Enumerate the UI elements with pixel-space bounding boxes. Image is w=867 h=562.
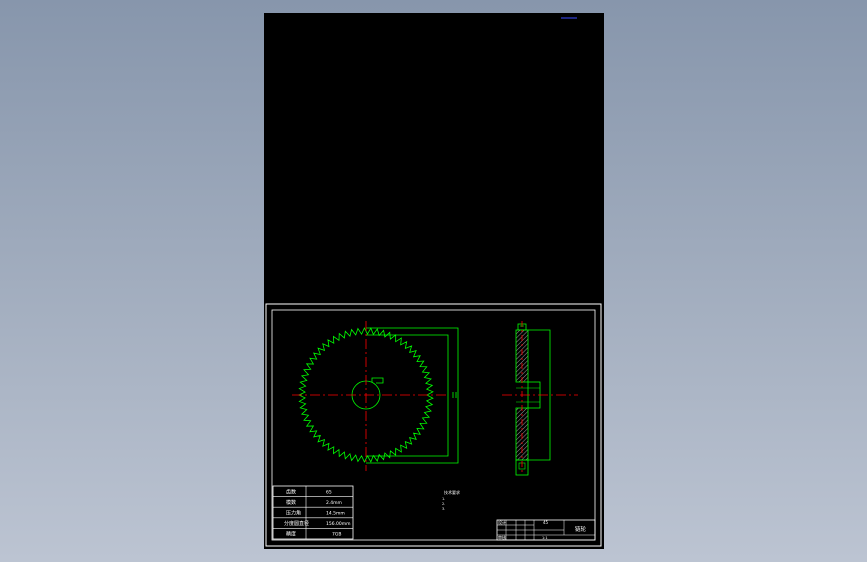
parameter-table: 齿数 65 模数 2.4mm 压力角 14.5mm 分度圆直径 156.00mm… [272, 485, 354, 540]
gear-front-view [292, 321, 459, 471]
drawing-sheet: 齿数 65 模数 2.4mm 压力角 14.5mm 分度圆直径 156.00mm… [264, 13, 604, 549]
notes-line-1: 1. [442, 497, 445, 501]
title-block-scale: 1:1 [542, 536, 548, 540]
notes-title: 技术要求 [444, 489, 460, 495]
title-block-part-name: 链轮 [575, 525, 587, 533]
param-label-pressure-angle: 压力角 [286, 510, 301, 517]
hub-inner-outline [366, 334, 449, 457]
param-label-module: 模数 [286, 499, 296, 506]
param-value-pressure-angle: 14.5mm [326, 511, 345, 517]
notes-line-2: 2. [442, 502, 445, 506]
param-value-accuracy: 7GB [332, 532, 341, 538]
param-label-accuracy: 精度 [286, 531, 296, 538]
param-value-teeth: 65 [326, 490, 332, 496]
param-value-pitch-diameter: 156.00mm [326, 521, 351, 527]
param-label-pitch-diameter: 分度圆直径 [284, 520, 309, 527]
keyway [371, 377, 384, 384]
title-block-label-b: 审核 [498, 534, 506, 540]
cad-drawing: 齿数 65 模数 2.4mm 压力角 14.5mm 分度圆直径 156.00mm… [265, 17, 602, 547]
inner-border [271, 309, 596, 541]
title-block-label-a: 设计 [498, 519, 506, 525]
outer-border [265, 303, 602, 547]
notes-line-3: 3. [442, 507, 445, 511]
title-block: 设计 审核 45 链轮 1:1 [496, 519, 596, 541]
technical-notes: 技术要求 1. 2. 3. [442, 489, 460, 511]
title-block-material: 45 [543, 520, 549, 525]
param-label-teeth: 齿数 [286, 489, 296, 496]
param-value-module: 2.4mm [326, 500, 342, 506]
gear-side-view [502, 321, 578, 476]
